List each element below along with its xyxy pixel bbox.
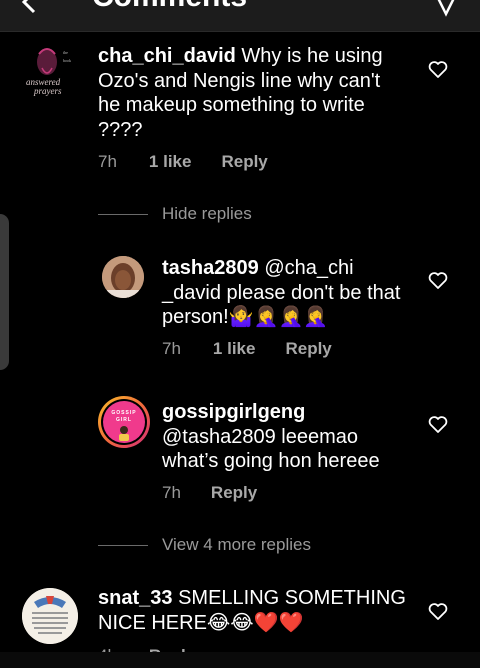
comment-time: 7h bbox=[98, 152, 117, 171]
avatar[interactable]: GOSSIP GIRL bbox=[98, 396, 150, 448]
comment-text: snat_33 SMELLING SOMETHING NICE HERE😂😂❤️… bbox=[98, 586, 408, 635]
avatar[interactable]: the book answered prayers bbox=[22, 44, 82, 104]
reply-button[interactable]: Reply bbox=[211, 483, 257, 503]
mention-link[interactable]: @cha_chi bbox=[264, 257, 353, 279]
comment-username[interactable]: cha_chi_david bbox=[98, 45, 236, 67]
comment-meta: 7h 1 like Reply bbox=[162, 339, 332, 359]
comment-username[interactable]: gossipgirlgeng bbox=[162, 401, 305, 423]
like-heart-icon[interactable] bbox=[428, 61, 448, 84]
mention-link[interactable]: @tasha2809 bbox=[162, 426, 276, 448]
avatar[interactable] bbox=[102, 256, 144, 298]
back-arrow-icon[interactable] bbox=[18, 0, 42, 31]
view-more-replies-label: View 4 more replies bbox=[162, 535, 311, 554]
like-heart-icon[interactable] bbox=[428, 272, 448, 295]
comment-text: tasha2809 @cha_chi _david please don't b… bbox=[162, 256, 414, 330]
likes-count[interactable]: 1 like bbox=[149, 152, 192, 172]
avatar-caption: GIRL bbox=[116, 417, 132, 423]
comment-meta: 7h 1 like Reply bbox=[98, 152, 268, 172]
page-title: Comments bbox=[92, 0, 247, 14]
comment-time: 7h bbox=[162, 339, 181, 358]
like-heart-icon[interactable] bbox=[428, 416, 448, 439]
hide-replies-label: Hide replies bbox=[162, 204, 252, 223]
comment-text: cha_chi_david Why is he using Ozo's and … bbox=[98, 44, 398, 142]
hide-replies-toggle[interactable]: Hide replies bbox=[98, 204, 252, 224]
likes-count[interactable]: 1 like bbox=[213, 339, 256, 359]
divider bbox=[98, 213, 148, 215]
avatar-caption: prayers bbox=[34, 86, 62, 96]
svg-text:the: the bbox=[63, 50, 68, 55]
mention-link-cont[interactable]: _david bbox=[162, 282, 221, 304]
comment-meta: 7h Reply bbox=[162, 483, 257, 503]
like-heart-icon[interactable] bbox=[428, 603, 448, 626]
scroll-handle[interactable] bbox=[0, 214, 9, 370]
comment-time: 7h bbox=[162, 483, 181, 502]
reply-button[interactable]: Reply bbox=[221, 152, 267, 172]
comment-text: gossipgirlgeng @tasha2809 leeemao what’s… bbox=[162, 400, 412, 474]
view-more-replies-toggle[interactable]: View 4 more replies bbox=[98, 535, 311, 555]
avatar-caption: GOSSIP bbox=[111, 410, 137, 416]
avatar[interactable] bbox=[22, 588, 78, 644]
direct-message-icon[interactable] bbox=[432, 0, 460, 31]
comments-header: Comments bbox=[0, 0, 480, 32]
reply-button[interactable]: Reply bbox=[285, 339, 331, 359]
comment-username[interactable]: snat_33 bbox=[98, 587, 173, 609]
svg-text:book: book bbox=[63, 58, 71, 63]
divider bbox=[98, 544, 148, 546]
bottom-bar-edge bbox=[0, 652, 480, 668]
comment-username[interactable]: tasha2809 bbox=[162, 257, 259, 279]
